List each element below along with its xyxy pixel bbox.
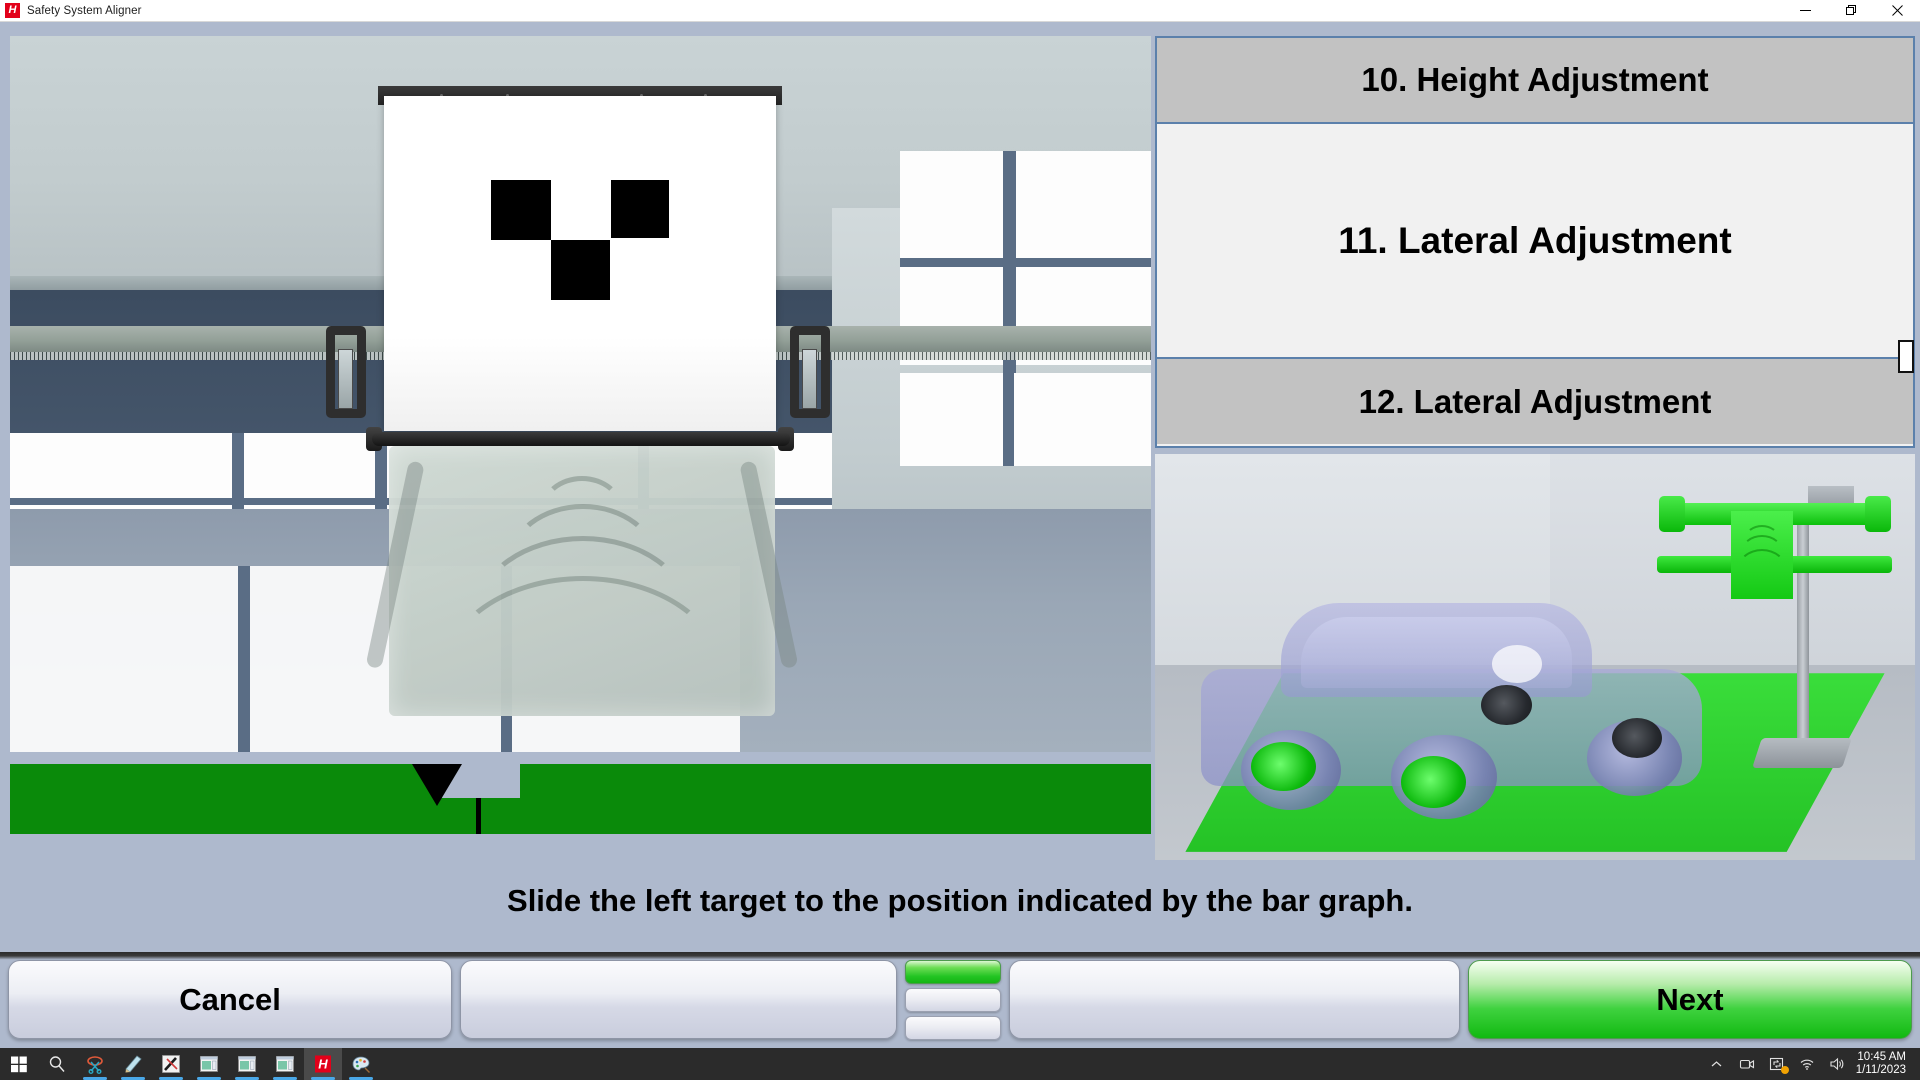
camera-icon[interactable]	[1732, 1048, 1762, 1080]
segment-3	[905, 1016, 1001, 1040]
svg-text:H: H	[318, 1057, 328, 1072]
calibration-tower-column	[1796, 502, 1809, 755]
speaker-icon[interactable]	[1822, 1048, 1852, 1080]
bottom-button-bar: Cancel Next	[0, 952, 1920, 1048]
blank-button-2[interactable]	[1008, 960, 1460, 1039]
clamp-insert	[338, 349, 353, 409]
window-title: Safety System Aligner	[27, 4, 142, 17]
step-item-10[interactable]: 10. Height Adjustment	[1157, 38, 1913, 124]
vehicle-setup-illustration	[1155, 454, 1915, 860]
scene-mullion	[899, 257, 1151, 267]
window-app-1[interactable]	[190, 1048, 228, 1080]
scene-window-pane	[10, 565, 239, 752]
window-app-3[interactable]	[266, 1048, 304, 1080]
start-button[interactable]	[0, 1048, 38, 1080]
step-list: 10. Height Adjustment 11. Lateral Adjust…	[1155, 36, 1915, 448]
sync-icon[interactable]	[1762, 1048, 1792, 1080]
instruction-text: Slide the left target to the position in…	[507, 883, 1413, 918]
vehicle-ghost-model	[1200, 584, 1703, 820]
radar-arc	[1737, 548, 1788, 591]
cancel-button[interactable]: Cancel	[8, 960, 453, 1039]
paint[interactable]	[342, 1048, 380, 1080]
step-label: 12. Lateral Adjustment	[1358, 382, 1712, 420]
chevron-up-icon[interactable]	[1702, 1048, 1732, 1080]
alignment-bar-graph	[10, 764, 1151, 834]
safety-system-aligner-taskbar[interactable]: H	[304, 1048, 342, 1080]
calibration-target-panel	[1731, 510, 1794, 599]
next-button[interactable]: Next	[1467, 960, 1912, 1039]
wheel-clamp-icon	[1250, 741, 1316, 792]
scene-window-pane	[1014, 372, 1151, 466]
clock-date: 1/11/2023	[1855, 1064, 1906, 1076]
minimize-icon[interactable]	[1782, 0, 1828, 22]
blank-button-1[interactable]	[460, 960, 898, 1039]
clock-time: 10:45 AM	[1857, 1051, 1906, 1063]
camera-scene-view	[10, 36, 1151, 752]
segment-1	[905, 960, 1001, 984]
window-controls	[1782, 0, 1920, 22]
wheel-clamp-icon	[1611, 718, 1663, 759]
snipping-tool[interactable]	[76, 1048, 114, 1080]
system-tray: 10:45 AM 1/11/2023	[1702, 1048, 1920, 1080]
notepad[interactable]	[114, 1048, 152, 1080]
calibration-target-board	[384, 96, 776, 431]
step-label: 10. Height Adjustment	[1361, 61, 1709, 98]
clamp-insert	[802, 349, 817, 409]
cancel-button-label: Cancel	[179, 981, 281, 1017]
target-square	[551, 240, 610, 300]
scene-window-pane	[899, 372, 1003, 466]
search-button[interactable]	[38, 1048, 76, 1080]
title-bar: H Safety System Aligner	[0, 0, 1920, 22]
target-clamp-right	[790, 326, 830, 418]
wheel-clamp-icon	[1481, 685, 1532, 726]
target-roller-bar	[372, 432, 790, 446]
car-highlight	[1491, 645, 1542, 683]
target-square	[611, 180, 669, 238]
panel-resize-handle[interactable]	[1898, 340, 1914, 373]
down-triangle-marker	[411, 764, 462, 806]
step-label: 11. Lateral Adjustment	[1338, 219, 1732, 261]
bar-graph-center-line	[475, 798, 481, 834]
next-button-label: Next	[1656, 981, 1724, 1017]
wifi-icon[interactable]	[1792, 1048, 1822, 1080]
step-item-11[interactable]: 11. Lateral Adjustment	[1157, 124, 1913, 359]
step-item-12[interactable]: 12. Lateral Adjustment	[1157, 359, 1913, 444]
bar-graph-fill	[10, 764, 1151, 834]
arm-end-cap	[1864, 495, 1891, 532]
target-square	[491, 180, 551, 240]
restore-icon[interactable]	[1828, 0, 1874, 22]
close-icon[interactable]	[1874, 0, 1920, 22]
radar-sensor-stand	[365, 446, 799, 716]
target-clamp-left	[326, 326, 366, 418]
windows-taskbar: H 10:45 AM 1/11/2023	[0, 1048, 1920, 1080]
app-window: 10. Height Adjustment 11. Lateral Adjust…	[0, 22, 1920, 1048]
wheel-clamp-icon	[1401, 755, 1467, 808]
segment-2	[905, 988, 1001, 1012]
h-logo-icon: H	[5, 3, 20, 18]
arm-end-cap	[1658, 495, 1685, 532]
progress-segment-indicator	[905, 960, 1001, 1040]
window-app-2[interactable]	[228, 1048, 266, 1080]
tool-app[interactable]	[152, 1048, 190, 1080]
taskbar-clock[interactable]: 10:45 AM 1/11/2023	[1852, 1051, 1914, 1077]
scene-mullion	[238, 565, 250, 752]
calibration-tower-base	[1751, 738, 1852, 769]
